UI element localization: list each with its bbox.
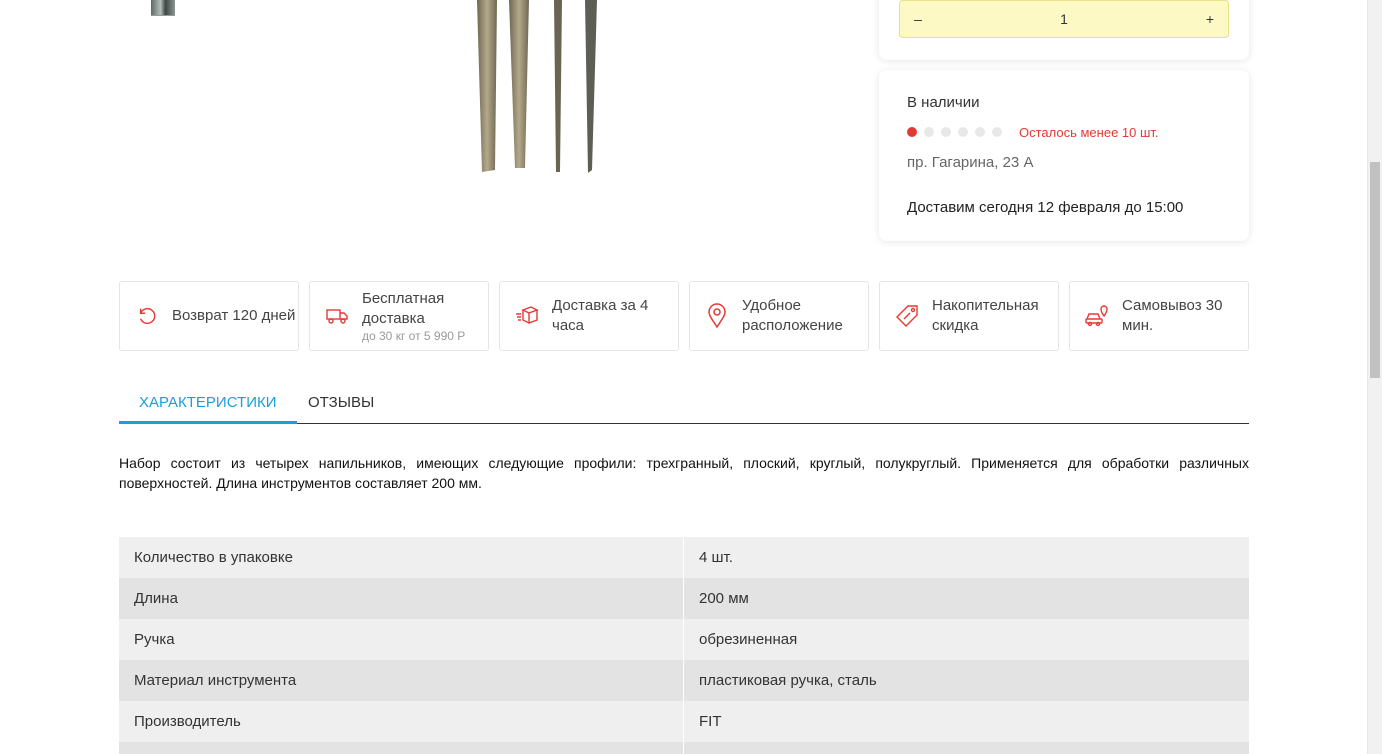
stock-warning: Осталось менее 10 шт. [1019,125,1159,140]
tab-reviews[interactable]: Отзывы [288,380,394,422]
delivery-info: Доставим сегодня 12 февраля до 15:00 [907,199,1184,216]
spec-value: FIT [699,713,722,730]
spec-value: 4 шт. [699,549,733,566]
specs-table: Количество в упаковке 4 шт. Длина 200 мм… [119,537,1249,754]
quantity-card: – 1 + [879,0,1249,60]
scrollbar-thumb[interactable] [1370,162,1380,378]
spec-name: Производитель [119,701,684,742]
page-scrollbar[interactable] [1367,0,1382,754]
feature-label: Бесплатная доставка [362,290,445,327]
stock-level-dot [975,127,985,137]
features-row: Возврат 120 дней Бесплатная доставка до … [119,281,1249,351]
discount-tag-icon [892,301,922,331]
stock-level-dot [924,127,934,137]
feature-label: Самовывоз 30 мин. [1122,297,1223,334]
stock-level-dot [907,127,917,137]
product-thumbnail[interactable] [151,0,175,16]
table-row: Материал инструмента пластиковая ручка, … [119,660,1249,701]
feature-label: Возврат 120 дней [172,307,296,324]
table-row: Производитель FIT [119,701,1249,742]
stock-level-indicator [907,127,1002,137]
feature-pickup[interactable]: Самовывоз 30 мин. [1069,281,1249,351]
spec-name: Количество в упаковке [119,537,684,578]
spec-name: Материал инструмента [119,660,684,701]
spec-name: Ручка [119,619,684,660]
feature-free-delivery[interactable]: Бесплатная доставка до 30 кг от 5 990 Р [309,281,489,351]
feature-return[interactable]: Возврат 120 дней [119,281,299,351]
tab-specifications[interactable]: Характеристики [119,380,297,424]
table-row [119,742,1249,754]
location-pin-icon [702,301,732,331]
spec-name: Длина [119,578,684,619]
decrease-button[interactable]: – [900,11,936,27]
product-image [477,0,597,173]
increase-button[interactable]: + [1192,11,1228,27]
product-tabs: Характеристики Отзывы [119,380,1249,424]
feature-label: Накопительная скидка [932,297,1039,334]
feature-location[interactable]: Удобное расположение [689,281,869,351]
stock-level-dot [941,127,951,137]
stock-status: В наличии [907,94,980,111]
return-arrow-icon [132,301,162,331]
spec-value: обрезиненная [699,631,798,648]
free-delivery-truck-icon [322,301,352,331]
quantity-value[interactable]: 1 [936,11,1192,27]
car-pickup-icon [1082,301,1112,331]
feature-label: Доставка за 4 часа [552,297,649,334]
stock-card: В наличии Осталось менее 10 шт. пр. Гага… [879,70,1249,241]
quantity-stepper: – 1 + [899,0,1229,38]
spec-value: 200 мм [699,590,749,607]
feature-sublabel: до 30 кг от 5 990 Р [362,329,466,343]
stock-level-dot [992,127,1002,137]
fast-box-icon [512,301,542,331]
product-page: – 1 + В наличии Осталось менее 10 шт. пр… [0,0,1367,754]
store-address: пр. Гагарина, 23 А [907,154,1034,171]
feature-label: Удобное расположение [742,297,843,334]
feature-discount[interactable]: Накопительная скидка [879,281,1059,351]
table-row: Ручка обрезиненная [119,619,1249,660]
product-description: Набор состоит из четырех напильников, им… [119,455,1249,491]
table-row: Количество в упаковке 4 шт. [119,537,1249,578]
table-row: Длина 200 мм [119,578,1249,619]
spec-value: пластиковая ручка, сталь [699,672,877,689]
feature-fast-delivery[interactable]: Доставка за 4 часа [499,281,679,351]
stock-level-dot [958,127,968,137]
